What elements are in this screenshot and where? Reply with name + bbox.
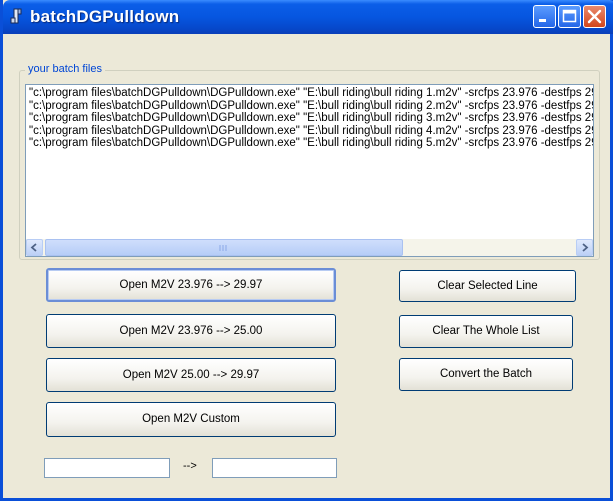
title-bar[interactable]: batchDGPulldown: [3, 0, 613, 34]
clear-selected-line-button[interactable]: Clear Selected Line: [399, 270, 576, 302]
list-item[interactable]: "c:\program files\batchDGPulldown\DGPull…: [29, 125, 593, 138]
open-m2v-23976-2500-button[interactable]: Open M2V 23.976 --> 25.00: [46, 314, 336, 348]
custom-source-fps-input[interactable]: [44, 458, 170, 478]
maximize-button[interactable]: [558, 5, 581, 28]
batch-files-label: your batch files: [25, 63, 105, 75]
scroll-right-button[interactable]: [576, 239, 593, 256]
open-m2v-23976-2997-button[interactable]: Open M2V 23.976 --> 29.97: [46, 268, 336, 302]
horizontal-scrollbar[interactable]: [26, 239, 593, 256]
open-m2v-custom-button[interactable]: Open M2V Custom: [46, 402, 336, 437]
app-icon: [9, 7, 25, 25]
clear-whole-list-button[interactable]: Clear The Whole List: [399, 315, 573, 348]
custom-dest-fps-input[interactable]: [212, 458, 337, 478]
minimize-button[interactable]: [533, 5, 556, 28]
scrollbar-thumb[interactable]: [45, 239, 403, 256]
open-m2v-2500-2997-button[interactable]: Open M2V 25.00 --> 29.97: [46, 358, 336, 392]
list-item[interactable]: "c:\program files\batchDGPulldown\DGPull…: [29, 137, 593, 150]
list-item[interactable]: "c:\program files\batchDGPulldown\DGPull…: [29, 100, 593, 113]
app-window: batchDGPulldown your batch files "c:\pro…: [0, 0, 613, 501]
window-title: batchDGPulldown: [30, 7, 180, 26]
batch-lines: "c:\program files\batchDGPulldown\DGPull…: [29, 87, 593, 150]
fps-arrow-label: -->: [183, 460, 197, 472]
list-item[interactable]: "c:\program files\batchDGPulldown\DGPull…: [29, 87, 593, 100]
list-item[interactable]: "c:\program files\batchDGPulldown\DGPull…: [29, 112, 593, 125]
close-button[interactable]: [583, 5, 606, 28]
convert-batch-button[interactable]: Convert the Batch: [399, 358, 573, 391]
batch-files-list[interactable]: "c:\program files\batchDGPulldown\DGPull…: [25, 84, 594, 257]
scroll-left-button[interactable]: [26, 239, 43, 256]
